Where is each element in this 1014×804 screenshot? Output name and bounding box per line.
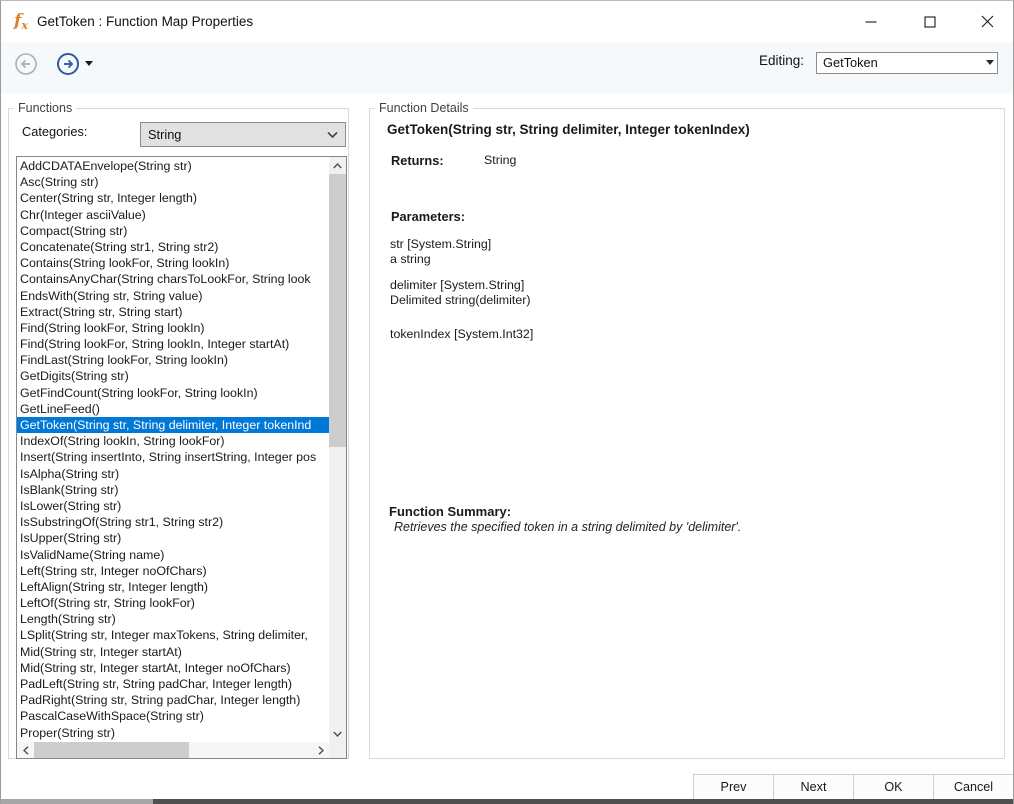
vertical-scrollbar[interactable] xyxy=(329,157,346,742)
function-details-groupbox-label: Function Details xyxy=(375,101,473,116)
returns-label: Returns: xyxy=(391,153,444,168)
list-item[interactable]: ContainsAnyChar(String charsToLookFor, S… xyxy=(17,271,329,287)
function-signature: GetToken(String str, String delimiter, I… xyxy=(387,122,750,137)
minimize-button[interactable] xyxy=(847,1,894,42)
fx-app-icon: fx xyxy=(14,10,28,37)
categories-combobox[interactable]: String xyxy=(140,122,346,147)
function-map-properties-window: fx GetToken : Function Map Properties Ed… xyxy=(0,0,1014,804)
scroll-up-button[interactable] xyxy=(329,157,346,174)
vertical-scrollbar-thumb[interactable] xyxy=(329,174,346,447)
prev-button[interactable]: Prev xyxy=(693,774,774,800)
parameters-label: Parameters: xyxy=(391,209,465,224)
list-item[interactable]: PascalCaseWithSpace(String str) xyxy=(17,708,329,724)
categories-combobox-value: String xyxy=(148,127,181,142)
list-item[interactable]: Left(String str, Integer noOfChars) xyxy=(17,563,329,579)
back-button[interactable] xyxy=(14,52,38,76)
list-item[interactable]: Contains(String lookFor, String lookIn) xyxy=(17,255,329,271)
parameter-name: delimiter [System.String] xyxy=(390,278,530,293)
parameter-block: str [System.String] a string xyxy=(390,237,491,267)
returns-value: String xyxy=(484,153,516,167)
window-title: GetToken : Function Map Properties xyxy=(37,1,253,42)
parameter-name: tokenIndex [System.Int32] xyxy=(390,327,533,342)
list-item[interactable]: Proper(String str) xyxy=(17,725,329,741)
editing-combobox-value: GetToken xyxy=(823,55,878,70)
list-item[interactable]: LeftAlign(String str, Integer length) xyxy=(17,579,329,595)
list-item[interactable]: IsValidName(String name) xyxy=(17,547,329,563)
forward-dropdown-caret[interactable] xyxy=(85,61,93,66)
list-item[interactable]: Insert(String insertInto, String insertS… xyxy=(17,449,329,465)
list-item[interactable]: Chr(Integer asciiValue) xyxy=(17,207,329,223)
list-item[interactable]: IsSubstringOf(String str1, String str2) xyxy=(17,514,329,530)
close-button[interactable] xyxy=(964,1,1011,42)
title-bar: fx GetToken : Function Map Properties xyxy=(1,1,1013,42)
maximize-button[interactable] xyxy=(906,1,953,42)
function-summary-label: Function Summary: xyxy=(389,504,511,519)
parameter-block: tokenIndex [System.Int32] xyxy=(390,327,533,342)
list-item[interactable]: Compact(String str) xyxy=(17,223,329,239)
list-item[interactable]: PadRight(String str, String padChar, Int… xyxy=(17,692,329,708)
categories-label: Categories: xyxy=(22,124,87,139)
list-item[interactable]: GetLineFeed() xyxy=(17,401,329,417)
list-item[interactable]: FindLast(String lookFor, String lookIn) xyxy=(17,352,329,368)
scrollbar-corner xyxy=(329,742,346,758)
list-item[interactable]: IsAlpha(String str) xyxy=(17,466,329,482)
list-item[interactable]: Extract(String str, String start) xyxy=(17,304,329,320)
list-item[interactable]: Find(String lookFor, String lookIn) xyxy=(17,320,329,336)
list-item[interactable]: IsBlank(String str) xyxy=(17,482,329,498)
list-item[interactable]: GetToken(String str, String delimiter, I… xyxy=(17,417,329,433)
horizontal-scrollbar[interactable] xyxy=(17,742,329,758)
list-item[interactable]: IsLower(String str) xyxy=(17,498,329,514)
list-item[interactable]: Mid(String str, Integer startAt, Integer… xyxy=(17,660,329,676)
function-details-groupbox: Function Details GetToken(String str, St… xyxy=(369,108,1005,759)
parameter-name: str [System.String] xyxy=(390,237,491,252)
list-item[interactable]: LeftOf(String str, String lookFor) xyxy=(17,595,329,611)
functions-groupbox: Functions Categories: String AddCDATAEnv… xyxy=(8,108,349,759)
parameter-desc: a string xyxy=(390,252,491,267)
list-item[interactable]: GetDigits(String str) xyxy=(17,368,329,384)
list-item[interactable]: EndsWith(String str, String value) xyxy=(17,288,329,304)
parameter-desc: Delimited string(delimiter) xyxy=(390,293,530,308)
list-item[interactable]: Concatenate(String str1, String str2) xyxy=(17,239,329,255)
scroll-left-button[interactable] xyxy=(17,742,34,758)
list-item[interactable]: IsUpper(String str) xyxy=(17,530,329,546)
ok-button[interactable]: OK xyxy=(853,774,934,800)
scroll-right-button[interactable] xyxy=(312,742,329,758)
functions-groupbox-label: Functions xyxy=(14,101,76,116)
forward-button[interactable] xyxy=(56,52,80,76)
cancel-button[interactable]: Cancel xyxy=(933,774,1014,800)
list-item[interactable]: IndexOf(String lookIn, String lookFor) xyxy=(17,433,329,449)
list-item[interactable]: LSplit(String str, Integer maxTokens, St… xyxy=(17,627,329,643)
chevron-down-icon xyxy=(986,60,994,65)
scroll-down-button[interactable] xyxy=(329,725,346,742)
list-item[interactable]: Mid(String str, Integer startAt) xyxy=(17,644,329,660)
function-summary-text: Retrieves the specified token in a strin… xyxy=(394,520,741,534)
list-item[interactable]: Asc(String str) xyxy=(17,174,329,190)
next-button[interactable]: Next xyxy=(773,774,854,800)
editing-combobox[interactable]: GetToken xyxy=(816,52,998,74)
list-item[interactable]: Center(String str, Integer length) xyxy=(17,190,329,206)
list-item[interactable]: PadLeft(String str, String padChar, Inte… xyxy=(17,676,329,692)
function-list-items: AddCDATAEnvelope(String str)Asc(String s… xyxy=(17,158,329,742)
horizontal-scrollbar-thumb[interactable] xyxy=(34,742,189,758)
list-item[interactable]: GetFindCount(String lookFor, String look… xyxy=(17,385,329,401)
chevron-down-icon xyxy=(327,131,338,139)
parameter-block: delimiter [System.String] Delimited stri… xyxy=(390,278,530,308)
list-item[interactable]: Length(String str) xyxy=(17,611,329,627)
list-item[interactable]: AddCDATAEnvelope(String str) xyxy=(17,158,329,174)
editing-label: Editing: xyxy=(759,53,804,68)
list-item[interactable]: Find(String lookFor, String lookIn, Inte… xyxy=(17,336,329,352)
window-bottom-edge xyxy=(1,799,1013,804)
function-listbox: AddCDATAEnvelope(String str)Asc(String s… xyxy=(16,156,347,759)
